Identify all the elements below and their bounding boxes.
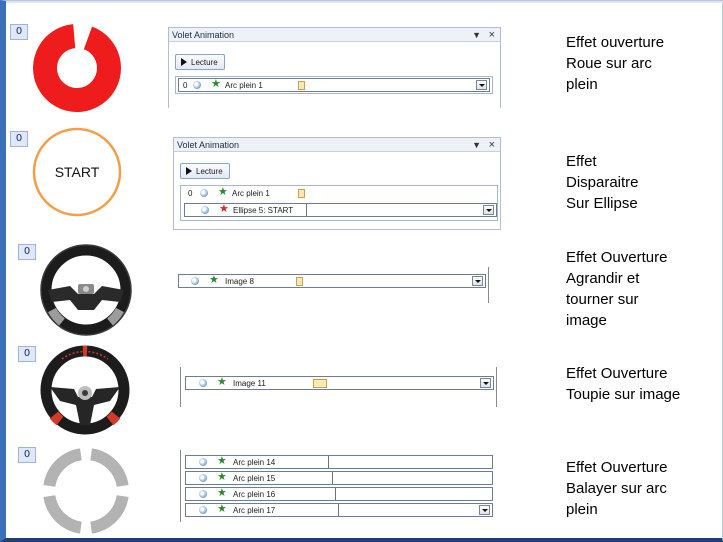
exit-star-icon: ★: [219, 203, 229, 215]
timeline-bar[interactable]: [298, 81, 305, 90]
timeline-bar[interactable]: [298, 189, 305, 198]
play-icon: [181, 58, 187, 66]
animation-pane-title: Volet Animation: [169, 28, 500, 42]
slide: 0 Volet Animation ▼ × Lecture 0 ★ Arc pl…: [0, 0, 723, 542]
timeline-marker[interactable]: [328, 456, 329, 468]
chevron-down-icon[interactable]: [483, 205, 494, 215]
timeline-marker[interactable]: [338, 504, 339, 516]
animation-list-item[interactable]: ★ Arc plein 14: [185, 455, 493, 469]
animation-list-item[interactable]: ★ Ellipse 5: START: [184, 203, 497, 217]
animation-list-item[interactable]: ★ Arc plein 15: [185, 471, 493, 485]
effect-description: Effet Ouverture Toupie sur image: [566, 365, 681, 403]
effect-description: Effet Disparaitre Sur Ellipse: [566, 153, 639, 212]
clock-icon: [199, 379, 207, 387]
pane-menu-dropdown-icon[interactable]: ▼: [472, 28, 481, 42]
animation-list-item[interactable]: ★ Arc plein 16: [185, 487, 493, 501]
timeline-bar[interactable]: [296, 277, 303, 286]
entrance-star-icon: ★: [217, 455, 227, 467]
animation-pane-title: Volet Animation: [174, 138, 500, 152]
steering-wheel-image[interactable]: [40, 244, 132, 336]
entrance-star-icon: ★: [217, 503, 227, 515]
clock-icon: [199, 490, 207, 498]
chevron-down-icon[interactable]: [476, 80, 487, 90]
clock-icon: [199, 506, 207, 514]
grey-arc-segment: [43, 495, 82, 534]
clock-icon: [200, 189, 208, 197]
chevron-down-icon[interactable]: [479, 505, 490, 515]
animation-order-badge[interactable]: 0: [18, 447, 36, 463]
close-icon[interactable]: ×: [489, 28, 495, 42]
entrance-star-icon: ★: [217, 487, 227, 499]
entrance-star-icon: ★: [211, 78, 221, 90]
close-icon[interactable]: ×: [489, 138, 495, 152]
animation-list-item[interactable]: 0 ★ Arc plein 1: [178, 78, 490, 92]
effect-description: Effet Ouverture Agrandir et tourner sur …: [566, 249, 668, 329]
clock-icon: [191, 277, 199, 285]
grey-arc-segment: [90, 448, 129, 487]
entrance-star-icon: ★: [218, 186, 228, 198]
play-button[interactable]: Lecture: [180, 163, 230, 179]
animation-order-badge[interactable]: 0: [18, 244, 36, 260]
animation-pane-5: ★ Arc plein 14 ★ Arc plein 15 ★ Arc plei…: [180, 450, 498, 522]
animation-list-item[interactable]: ★ Arc plein 17: [185, 503, 493, 517]
animation-order-badge[interactable]: 0: [10, 24, 28, 40]
chevron-down-icon[interactable]: [472, 276, 483, 286]
clock-icon: [193, 81, 201, 89]
animation-pane-3: ★ Image 8: [178, 267, 490, 303]
timeline-marker[interactable]: [306, 204, 307, 216]
play-icon: [186, 167, 192, 175]
clock-icon: [199, 458, 207, 466]
clock-icon: [201, 206, 209, 214]
clock-icon: [199, 474, 207, 482]
chevron-down-icon[interactable]: [480, 378, 491, 388]
grey-arc-segment: [43, 448, 82, 487]
animation-pane-4: ★ Image 11: [180, 367, 498, 407]
steering-wheel-image[interactable]: [40, 345, 130, 435]
start-ellipse-text: START: [55, 164, 100, 180]
timeline-marker[interactable]: [332, 472, 333, 484]
entrance-star-icon: ★: [217, 471, 227, 483]
animation-pane-2: Volet Animation ▼ × Lecture 0 ★ Arc plei…: [173, 137, 501, 230]
animation-order-badge[interactable]: 0: [18, 346, 36, 362]
animation-list-item[interactable]: ★ Image 11: [185, 376, 494, 390]
start-ellipse-shape[interactable]: START: [32, 127, 122, 217]
effect-description: Effet Ouverture Balayer sur arc plein: [566, 459, 668, 518]
red-full-arc-shape[interactable]: [32, 23, 122, 113]
pane-menu-dropdown-icon[interactable]: ▼: [472, 138, 481, 152]
entrance-star-icon: ★: [209, 274, 219, 286]
timeline-marker[interactable]: [335, 488, 336, 500]
entrance-star-icon: ★: [217, 376, 227, 388]
play-button[interactable]: Lecture: [175, 54, 225, 70]
animation-order-badge[interactable]: 0: [10, 131, 28, 147]
animation-list-item[interactable]: 0 ★ Arc plein 1: [184, 186, 494, 201]
animation-pane-1: Volet Animation ▼ × Lecture 0 ★ Arc plei…: [168, 27, 501, 108]
effect-description: Effet ouverture Roue sur arc plein: [566, 34, 665, 93]
timeline-bar[interactable]: [313, 379, 327, 388]
grey-split-arc-shape[interactable]: [40, 445, 132, 537]
grey-arc-segment: [90, 495, 129, 534]
slide-top-bar: [6, 1, 723, 3]
animation-list-item[interactable]: ★ Image 8: [178, 274, 486, 288]
